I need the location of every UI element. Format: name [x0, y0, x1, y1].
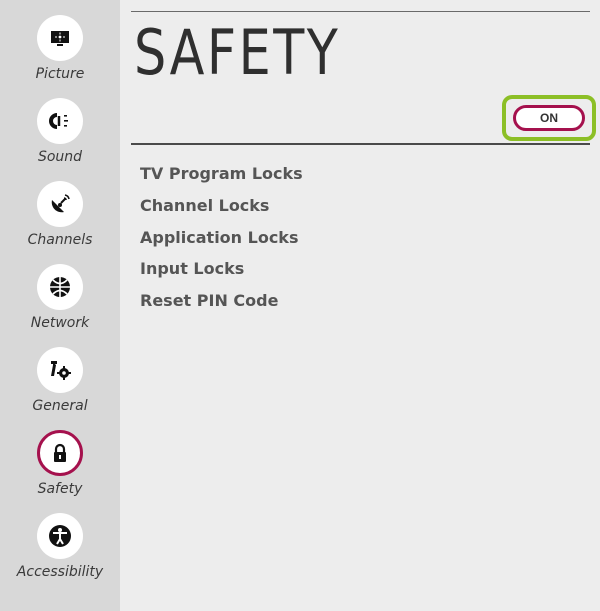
menu-item-tv-program-locks[interactable]: TV Program Locks — [140, 162, 303, 194]
general-icon — [37, 347, 83, 393]
top-divider — [131, 11, 590, 12]
sidebar-item-channels[interactable]: Channels — [0, 181, 120, 261]
page-title: SAFETY — [134, 16, 341, 89]
safety-menu: TV Program Locks Channel Locks Applicati… — [140, 162, 303, 321]
sidebar-item-label: Safety — [37, 481, 83, 497]
sidebar-item-general[interactable]: General — [0, 347, 120, 427]
menu-item-channel-locks[interactable]: Channel Locks — [140, 194, 303, 226]
title-divider — [131, 143, 590, 145]
toggle-highlight: ON — [502, 95, 596, 141]
sidebar-item-label: Accessibility — [16, 564, 104, 580]
sound-icon — [37, 98, 83, 144]
safety-on-toggle[interactable]: ON — [513, 105, 585, 131]
sidebar-item-network[interactable]: Network — [0, 264, 120, 344]
sidebar-item-label: Network — [30, 315, 90, 331]
sidebar-item-label: Sound — [37, 149, 83, 165]
sidebar: Picture Sound Channels Network General S… — [0, 0, 120, 611]
sidebar-item-label: Picture — [35, 66, 85, 82]
picture-icon — [37, 15, 83, 61]
menu-item-input-locks[interactable]: Input Locks — [140, 257, 303, 289]
sidebar-item-label: Channels — [27, 232, 93, 248]
sidebar-item-accessibility[interactable]: Accessibility — [0, 513, 120, 593]
sidebar-item-label: General — [32, 398, 88, 414]
sidebar-item-safety[interactable]: Safety — [0, 430, 120, 510]
network-icon — [37, 264, 83, 310]
accessibility-icon — [37, 513, 83, 559]
sidebar-item-picture[interactable]: Picture — [0, 15, 120, 95]
lock-icon — [37, 430, 83, 476]
menu-item-reset-pin-code[interactable]: Reset PIN Code — [140, 289, 303, 321]
sidebar-item-sound[interactable]: Sound — [0, 98, 120, 178]
main-panel: SAFETY ON TV Program Locks Channel Locks… — [120, 0, 600, 611]
channels-icon — [37, 181, 83, 227]
menu-item-application-locks[interactable]: Application Locks — [140, 226, 303, 258]
